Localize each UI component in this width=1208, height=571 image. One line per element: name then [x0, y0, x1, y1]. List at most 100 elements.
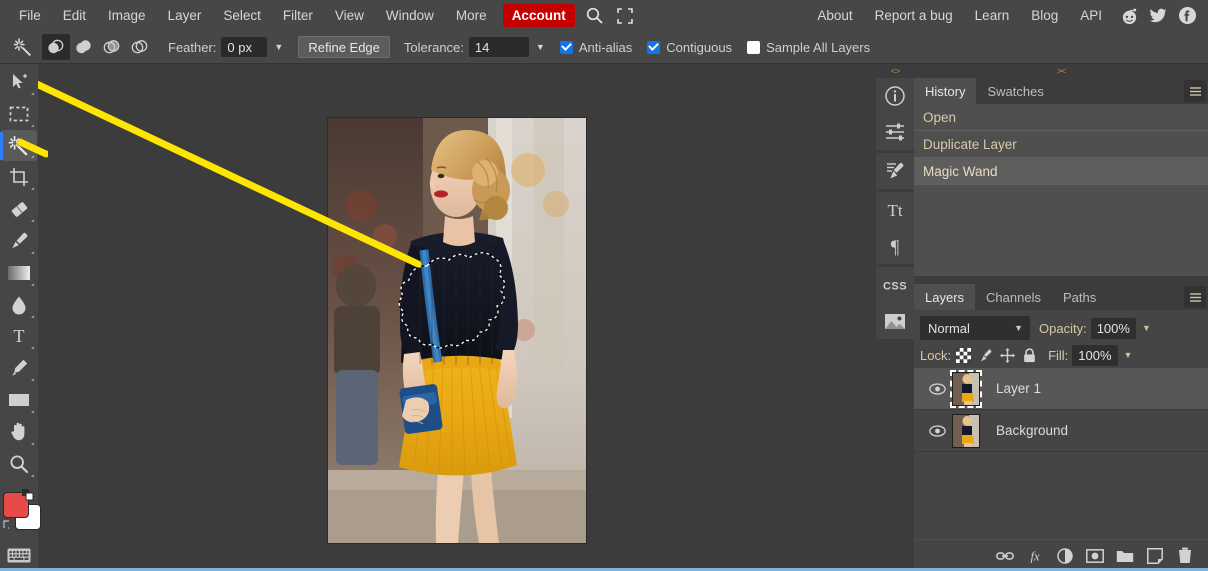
fullscreen-icon[interactable] — [610, 3, 640, 29]
opacity-value[interactable]: 100% — [1090, 317, 1136, 339]
canvas-area[interactable] — [38, 64, 876, 571]
facebook-icon[interactable] — [1174, 3, 1200, 29]
tolerance-input[interactable]: 14 — [468, 37, 529, 57]
refine-edge-button[interactable]: Refine Edge — [298, 36, 390, 58]
new-layer-icon[interactable] — [1146, 547, 1164, 565]
history-item-duplicate-layer[interactable]: Duplicate Layer — [914, 131, 1208, 158]
anti-alias-checkbox[interactable]: Anti-alias — [559, 40, 632, 55]
subtract-from-selection[interactable] — [98, 34, 126, 60]
intersect-with-selection[interactable] — [126, 34, 154, 60]
tab-layers[interactable]: Layers — [914, 284, 976, 310]
eye-icon[interactable] — [926, 424, 948, 437]
tool-type[interactable]: T — [1, 321, 37, 353]
character-icon[interactable]: Tt — [876, 192, 914, 228]
feather-dropdown-icon[interactable]: ▼ — [274, 42, 283, 52]
history-list[interactable]: Open Duplicate Layer Magic Wand — [914, 104, 1208, 276]
delete-layer-icon[interactable] — [1176, 547, 1194, 565]
tool-brush[interactable] — [1, 225, 37, 257]
tool-zoom[interactable] — [1, 448, 37, 480]
table-row[interactable]: Background — [914, 410, 1208, 452]
brush-settings-icon[interactable] — [876, 153, 914, 189]
tool-pen[interactable] — [1, 352, 37, 384]
info-icon[interactable] — [876, 78, 914, 114]
opacity-dropdown-icon[interactable]: ▼ — [1142, 323, 1151, 333]
new-selection[interactable] — [42, 34, 70, 60]
options-bar: Feather: 0 px ▼ Refine Edge Tolerance: 1… — [0, 31, 1208, 64]
layer-list: Layer 1 Background — [914, 368, 1208, 533]
lock-position-icon[interactable] — [998, 346, 1017, 365]
swap-colors-icon[interactable] — [2, 518, 15, 533]
menu-layer[interactable]: Layer — [157, 3, 213, 28]
svg-text:¶: ¶ — [891, 237, 900, 257]
menu-learn[interactable]: Learn — [964, 3, 1021, 28]
adjustment-layer-icon[interactable] — [1056, 547, 1074, 565]
layer-thumbnail[interactable] — [952, 413, 980, 448]
anti-alias-checkbox-box[interactable] — [559, 40, 573, 54]
tab-swatches[interactable]: Swatches — [976, 78, 1054, 104]
default-colors-icon[interactable] — [22, 488, 34, 501]
tool-gradient[interactable] — [1, 257, 37, 289]
lock-all-icon[interactable] — [1020, 346, 1039, 365]
chevron-down-icon[interactable]: ▼ — [1014, 323, 1023, 333]
tab-history[interactable]: History — [914, 78, 977, 104]
tool-hand[interactable] — [1, 416, 37, 448]
account-button[interactable]: Account — [502, 4, 575, 27]
layer-thumbnail[interactable] — [950, 369, 982, 408]
menu-file[interactable]: File — [8, 3, 52, 28]
menu-select[interactable]: Select — [212, 3, 272, 28]
menu-more[interactable]: More — [445, 3, 498, 28]
menu-api[interactable]: API — [1069, 3, 1113, 28]
tab-paths[interactable]: Paths — [1052, 284, 1107, 310]
link-layers-icon[interactable] — [996, 547, 1014, 565]
twitter-icon[interactable] — [1145, 3, 1171, 29]
search-icon[interactable] — [580, 3, 610, 29]
tool-blur[interactable] — [1, 289, 37, 321]
menu-about[interactable]: About — [806, 3, 863, 28]
lock-transparency-icon[interactable] — [954, 346, 973, 365]
new-group-icon[interactable] — [1116, 547, 1134, 565]
menu-report-a-bug[interactable]: Report a bug — [864, 3, 964, 28]
menu-filter[interactable]: Filter — [272, 3, 324, 28]
sample-all-layers-checkbox[interactable]: Sample All Layers — [747, 40, 870, 55]
panel-menu-icon[interactable] — [1184, 286, 1206, 308]
paragraph-icon[interactable]: ¶ — [876, 228, 914, 264]
menu-window[interactable]: Window — [375, 3, 445, 28]
history-item-open[interactable]: Open — [914, 104, 1208, 131]
contiguous-checkbox[interactable]: Contiguous — [647, 40, 732, 55]
adjustments-icon[interactable] — [876, 114, 914, 150]
tool-shape[interactable] — [1, 384, 37, 416]
tab-channels[interactable]: Channels — [975, 284, 1052, 310]
panel-collapse-handle[interactable]: >< — [914, 64, 1208, 78]
lock-image-icon[interactable] — [976, 346, 995, 365]
sample-all-layers-checkbox-box[interactable] — [747, 40, 761, 54]
css-icon[interactable]: CSS — [876, 267, 914, 303]
feather-input[interactable]: 0 px — [221, 37, 268, 57]
reddit-icon[interactable] — [1116, 3, 1142, 29]
menu-edit[interactable]: Edit — [52, 3, 97, 28]
panel-menu-icon[interactable] — [1184, 80, 1206, 102]
menu-blog[interactable]: Blog — [1020, 3, 1069, 28]
add-to-selection[interactable] — [70, 34, 98, 60]
layer-mask-icon[interactable] — [1086, 547, 1104, 565]
history-item-magic-wand[interactable]: Magic Wand — [914, 158, 1208, 185]
tool-rectangular-marquee[interactable] — [1, 98, 37, 130]
eye-icon[interactable] — [926, 382, 948, 395]
layer-effects-icon[interactable]: fx — [1026, 547, 1044, 565]
canvas-image[interactable] — [328, 118, 586, 543]
tool-move[interactable] — [1, 66, 37, 98]
blend-mode-select[interactable]: Normal ▼ — [920, 316, 1030, 340]
keyboard-icon[interactable] — [1, 539, 37, 571]
tool-magic-wand[interactable] — [0, 129, 37, 162]
image-icon[interactable] — [876, 303, 914, 339]
contiguous-checkbox-box[interactable] — [647, 40, 661, 54]
tolerance-dropdown-icon[interactable]: ▼ — [536, 42, 545, 52]
menu-view[interactable]: View — [324, 3, 375, 28]
menu-image[interactable]: Image — [97, 3, 157, 28]
tool-crop[interactable] — [1, 161, 37, 193]
tool-eraser[interactable] — [1, 193, 37, 225]
fill-dropdown-icon[interactable]: ▼ — [1124, 350, 1133, 360]
color-swatches[interactable] — [1, 488, 41, 534]
fill-value[interactable]: 100% — [1072, 344, 1118, 366]
rail-collapse-handle[interactable]: <> — [876, 64, 914, 78]
table-row[interactable]: Layer 1 — [914, 368, 1208, 410]
